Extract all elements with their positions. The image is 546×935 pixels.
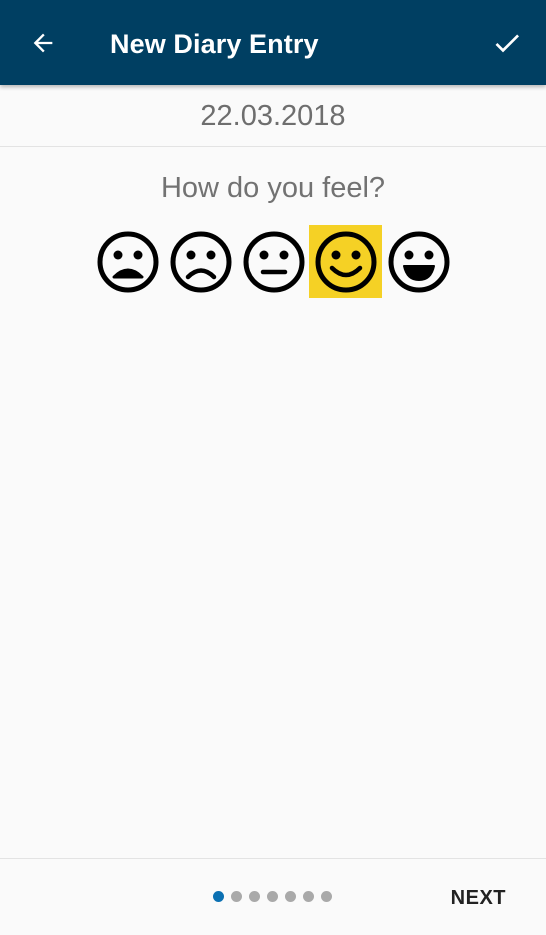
- back-button[interactable]: [22, 22, 64, 64]
- bottom-navigation: NEXT: [0, 858, 546, 935]
- mood-option-very-happy[interactable]: [382, 225, 455, 298]
- page-title: New Diary Entry: [110, 29, 319, 59]
- page-dot: [249, 891, 260, 902]
- page-dot: [231, 891, 242, 902]
- page-dot: [213, 891, 224, 902]
- sad-face-icon: [170, 231, 231, 292]
- mood-option-sad[interactable]: [164, 225, 237, 298]
- mood-option-neutral[interactable]: [237, 225, 310, 298]
- neutral-face-icon: [243, 231, 304, 292]
- save-button[interactable]: [486, 22, 528, 64]
- grin-face-icon: [388, 231, 449, 292]
- page-dot: [267, 891, 278, 902]
- mood-option-very-sad[interactable]: [91, 225, 164, 298]
- smile-face-icon: [315, 231, 376, 292]
- page-dot: [321, 891, 332, 902]
- page-dot: [303, 891, 314, 902]
- very-sad-face-icon: [97, 231, 158, 292]
- mood-option-happy[interactable]: [309, 225, 382, 298]
- check-icon: [495, 34, 519, 53]
- mood-question: How do you feel?: [160, 172, 386, 204]
- page-dot: [285, 891, 296, 902]
- app-bar: New Diary Entry: [0, 0, 546, 85]
- arrow-left-icon: [33, 33, 53, 53]
- entry-date[interactable]: 22.03.2018: [0, 85, 546, 147]
- next-button[interactable]: NEXT: [451, 887, 506, 910]
- mood-selector: [0, 225, 546, 299]
